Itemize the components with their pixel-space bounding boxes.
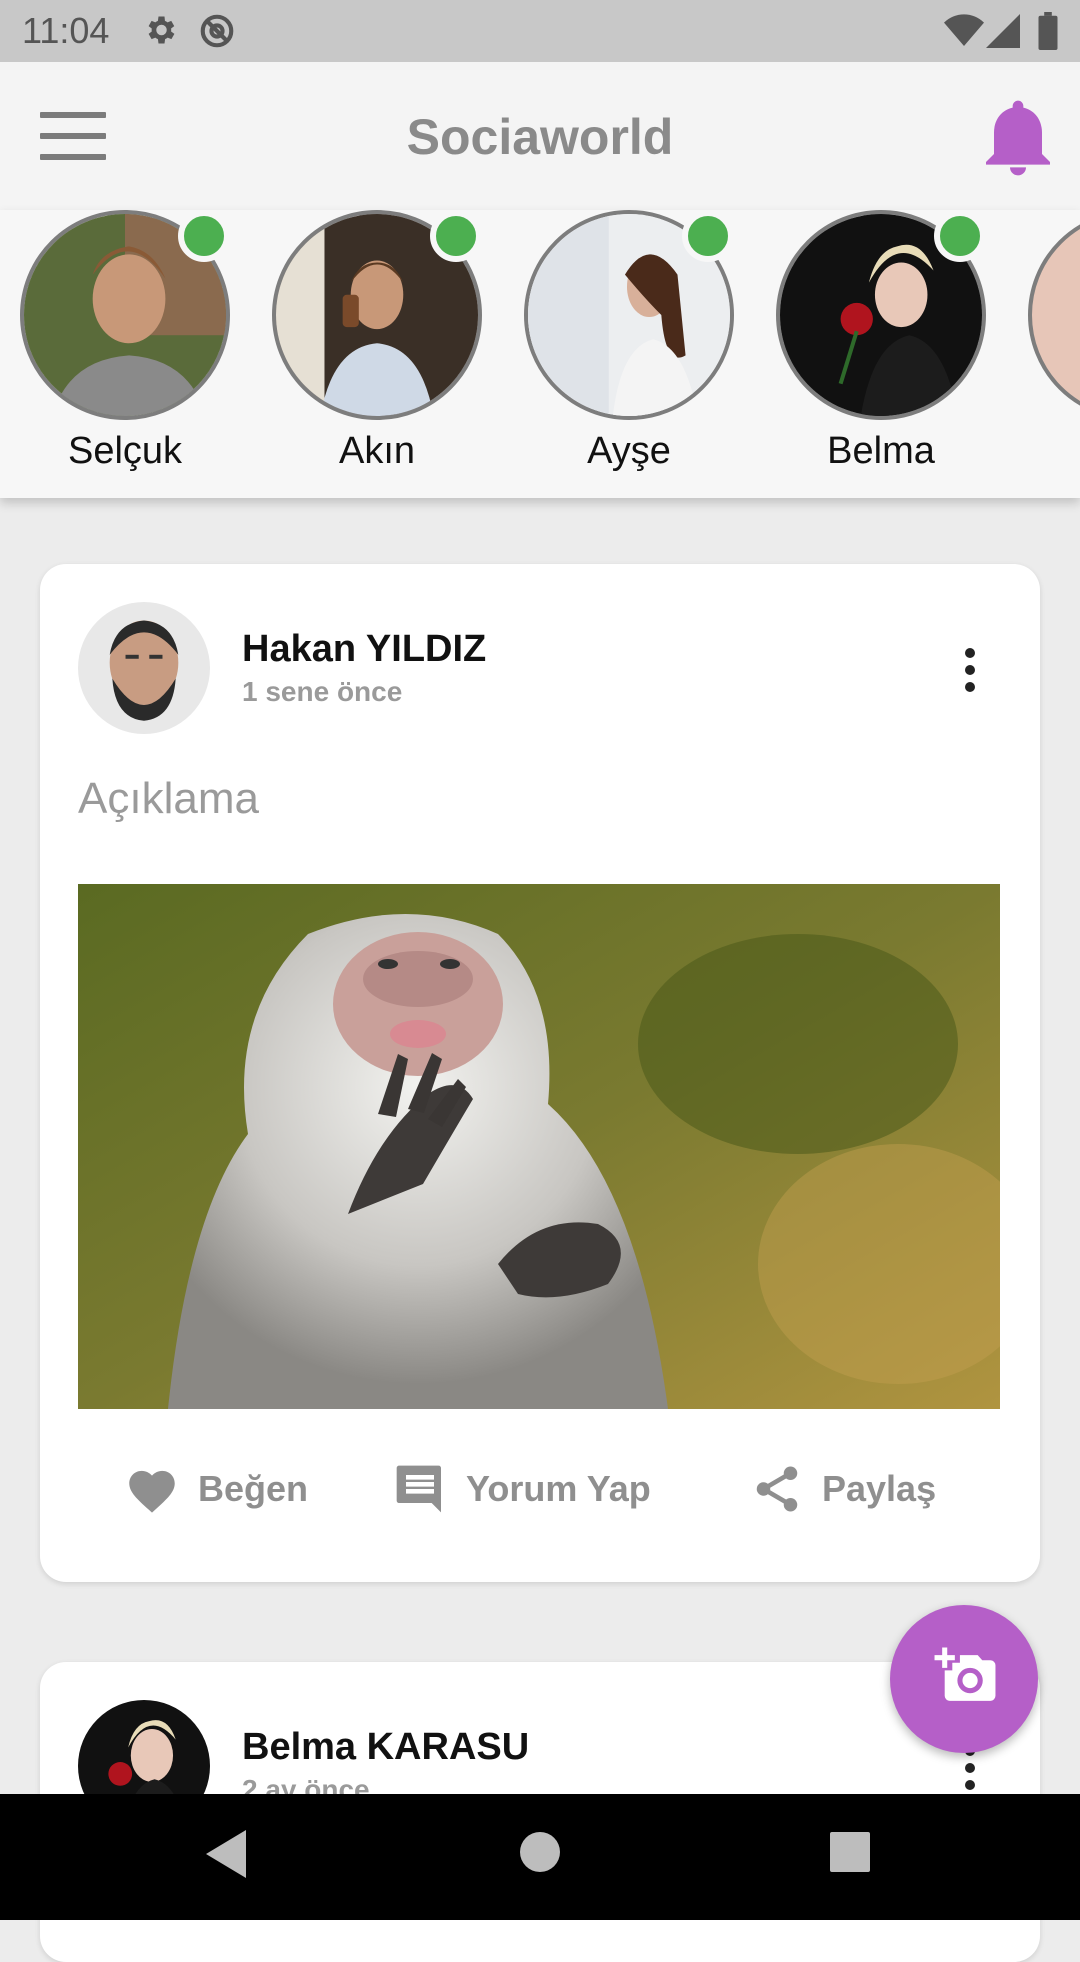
share-icon — [756, 1466, 798, 1512]
wifi-icon — [944, 14, 984, 46]
online-indicator — [430, 210, 482, 262]
heart-icon — [129, 1470, 175, 1513]
comment-button[interactable]: Yorum Yap — [392, 1454, 651, 1524]
story-avatar — [1028, 210, 1080, 420]
share-label: Paylaş — [822, 1468, 937, 1509]
app-bar: Sociaworld — [0, 62, 1080, 210]
home-icon[interactable] — [520, 1832, 560, 1872]
story-belma[interactable]: Belma — [776, 210, 996, 498]
stories-bar: Selçuk Akın Ayşe Belma — [0, 210, 1080, 498]
back-icon[interactable] — [206, 1830, 246, 1878]
story-name: Akın — [338, 430, 416, 472]
more-options-icon[interactable] — [958, 648, 982, 708]
signal-icon — [986, 14, 1020, 48]
status-time: 11:04 — [22, 10, 110, 51]
add-photo-button[interactable] — [890, 1605, 1038, 1753]
system-nav-bar — [0, 1794, 1080, 1920]
gear-icon — [148, 16, 175, 44]
online-indicator — [934, 210, 986, 262]
story-selcuk[interactable]: Selçuk — [20, 210, 240, 498]
story-name: Belma — [827, 430, 935, 472]
share-button[interactable]: Paylaş — [750, 1454, 936, 1524]
status-bar: 11:04 — [0, 0, 1080, 62]
post-author-avatar[interactable] — [78, 602, 210, 734]
like-label: Beğen — [198, 1468, 309, 1509]
recents-icon[interactable] — [830, 1832, 870, 1872]
post-card: Hakan YILDIZ 1 sene önce Açıklama Beğen … — [40, 564, 1040, 1582]
story-name: Ayşe — [587, 430, 671, 472]
post-time: 1 sene önce — [242, 676, 403, 707]
story-name: Selçuk — [67, 430, 183, 472]
at-sign-icon — [200, 14, 234, 48]
post-description: Açıklama — [78, 774, 259, 823]
online-indicator — [682, 210, 734, 262]
like-button[interactable]: Beğen — [124, 1454, 308, 1524]
online-indicator — [178, 210, 230, 262]
app-title: Sociaworld — [406, 109, 674, 165]
comment-label: Yorum Yap — [466, 1468, 651, 1509]
battery-icon — [1038, 12, 1058, 50]
story-partial[interactable] — [1028, 210, 1080, 498]
story-akin[interactable]: Akın — [272, 210, 492, 498]
story-ayse[interactable]: Ayşe — [524, 210, 744, 498]
add-photo-camera-icon — [934, 1647, 996, 1701]
bell-icon[interactable] — [986, 100, 1050, 176]
post-author-name[interactable]: Hakan YILDIZ — [242, 628, 486, 671]
post-image[interactable] — [78, 884, 1000, 1409]
post-author-name[interactable]: Belma KARASU — [242, 1726, 529, 1769]
comment-icon — [396, 1465, 441, 1513]
